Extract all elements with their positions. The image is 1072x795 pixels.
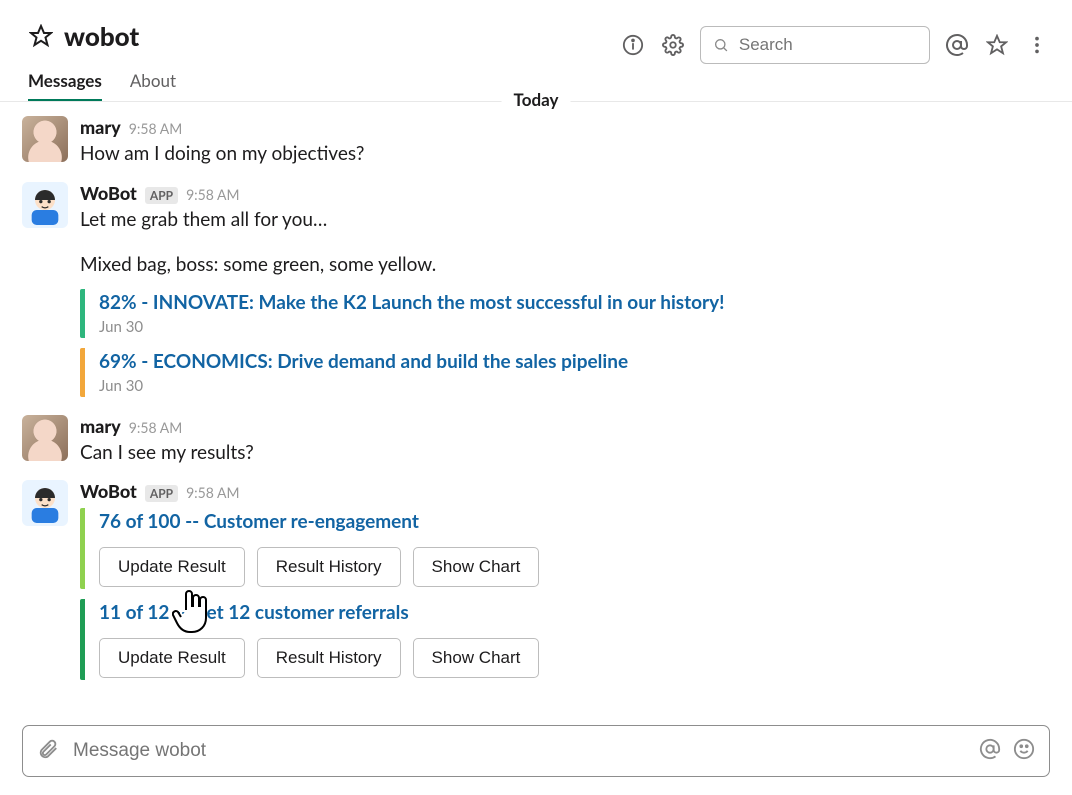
page-title: wobot (64, 20, 139, 52)
result-attachment: 11 of 12 -- Get 12 customer referrals Up… (80, 599, 1050, 680)
tabs: Messages About (28, 70, 176, 102)
composer-input[interactable] (71, 739, 967, 763)
sender-name[interactable]: WoBot (80, 480, 137, 502)
avatar[interactable] (22, 415, 68, 461)
message-row: WoBot APP 9:58 AM Let me grab them all f… (22, 178, 1050, 405)
star-icon[interactable] (28, 23, 54, 49)
message-composer[interactable] (22, 725, 1050, 777)
message-row: WoBot APP 9:58 AM 76 of 100 -- Customer … (22, 476, 1050, 688)
show-chart-button[interactable]: Show Chart (413, 547, 540, 587)
mention-icon[interactable] (944, 32, 970, 58)
message-row: mary 9:58 AM Can I see my results? (22, 411, 1050, 471)
attach-icon[interactable] (37, 738, 59, 764)
result-history-button[interactable]: Result History (257, 547, 401, 587)
attachment-date: Jun 30 (99, 377, 1050, 395)
attachment-title[interactable]: 69% - ECONOMICS: Drive demand and build … (99, 350, 1050, 373)
day-divider: Today (0, 101, 1072, 102)
message-body: Mixed bag, boss: some green, some yellow… (80, 251, 1050, 279)
result-title[interactable]: 76 of 100 -- Customer re-engagement (99, 510, 1050, 533)
timestamp[interactable]: 9:58 AM (129, 120, 182, 137)
tab-messages[interactable]: Messages (28, 70, 102, 102)
more-icon[interactable] (1024, 32, 1050, 58)
tab-about[interactable]: About (130, 70, 176, 102)
result-history-button[interactable]: Result History (257, 638, 401, 678)
search-box[interactable] (700, 26, 930, 64)
sender-name[interactable]: WoBot (80, 182, 137, 204)
result-title[interactable]: 11 of 12 -- Get 12 customer referrals (99, 601, 1050, 624)
message-body: Let me grab them all for you… (80, 206, 1050, 234)
avatar[interactable] (22, 480, 68, 526)
show-chart-button[interactable]: Show Chart (413, 638, 540, 678)
title-area: wobot Messages About (28, 20, 176, 102)
emoji-icon[interactable] (1013, 738, 1035, 764)
attachment: 82% - INNOVATE: Make the K2 Launch the m… (80, 289, 1050, 338)
gear-icon[interactable] (660, 32, 686, 58)
message-row: mary 9:58 AM How am I doing on my object… (22, 112, 1050, 172)
update-result-button[interactable]: Update Result (99, 547, 245, 587)
mention-icon[interactable] (979, 738, 1001, 764)
message-body: Can I see my results? (80, 439, 1050, 467)
search-input[interactable] (737, 34, 917, 56)
attachment-title[interactable]: 82% - INNOVATE: Make the K2 Launch the m… (99, 291, 1050, 314)
app-badge: APP (145, 485, 178, 502)
search-icon (713, 36, 729, 54)
sender-name[interactable]: mary (80, 116, 121, 138)
timestamp[interactable]: 9:58 AM (186, 484, 239, 501)
timestamp[interactable]: 9:58 AM (186, 186, 239, 203)
timestamp[interactable]: 9:58 AM (129, 419, 182, 436)
avatar[interactable] (22, 182, 68, 228)
today-label: Today (502, 87, 571, 112)
sender-name[interactable]: mary (80, 415, 121, 437)
avatar[interactable] (22, 116, 68, 162)
attachment-date: Jun 30 (99, 318, 1050, 336)
update-result-button[interactable]: Update Result (99, 638, 245, 678)
app-badge: APP (145, 187, 178, 204)
message-list: mary 9:58 AM How am I doing on my object… (0, 102, 1072, 688)
message-body: How am I doing on my objectives? (80, 140, 1050, 168)
attachment: 69% - ECONOMICS: Drive demand and build … (80, 348, 1050, 397)
star-outline-icon[interactable] (984, 32, 1010, 58)
result-attachment: 76 of 100 -- Customer re-engagement Upda… (80, 508, 1050, 589)
info-icon[interactable] (620, 32, 646, 58)
header-actions (620, 26, 1050, 64)
